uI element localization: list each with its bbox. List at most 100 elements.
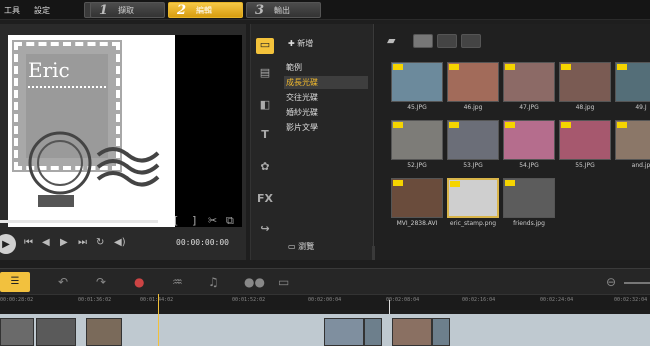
library-tabs: ▭ ▤ ◧ T ✿ FX ↪: [250, 24, 278, 260]
record-icon[interactable]: ●: [134, 275, 144, 289]
thumbnail-label: MVI_2838.AVI: [396, 220, 438, 227]
browse-label: 瀏覽: [298, 242, 315, 251]
step-share[interactable]: 3 輸出: [246, 2, 321, 18]
subtitle-icon[interactable]: ▭: [278, 275, 289, 289]
thumbnail-label: 54.JPG: [519, 162, 539, 169]
undo-icon[interactable]: ↶: [58, 275, 68, 289]
thumbnail-badge: [450, 181, 460, 187]
copy-icon[interactable]: ⧉: [226, 214, 234, 228]
zoom-slider[interactable]: [624, 282, 650, 284]
title-icon[interactable]: T: [256, 128, 274, 144]
thumbnail-badge: [393, 180, 403, 186]
thumbnail-label: 55.JPG: [575, 162, 595, 169]
media-thumbnail[interactable]: [503, 178, 555, 218]
media-thumbnail[interactable]: [615, 120, 650, 160]
film-icon[interactable]: ▤: [256, 66, 274, 82]
image-filter-icon[interactable]: [437, 34, 457, 48]
mark-in-icon[interactable]: [: [174, 214, 178, 227]
ruler-tick-label: 00:00:28:02: [0, 297, 34, 303]
motion-track-icon[interactable]: ●●: [244, 275, 265, 289]
media-thumbnail[interactable]: [559, 62, 611, 102]
ruler-tick-label: 00:02:16:04: [462, 297, 496, 303]
go-start-icon[interactable]: ⏮: [24, 237, 33, 248]
audio-filter-icon[interactable]: [461, 34, 481, 48]
redo-icon[interactable]: ↷: [96, 275, 106, 289]
step-capture[interactable]: 1 擷取: [90, 2, 165, 18]
transition-icon[interactable]: ◧: [256, 98, 274, 114]
media-icon[interactable]: ▭: [256, 38, 274, 54]
top-bar: 工具 設定 1 擷取 2 編輯 3 輸出: [0, 0, 650, 20]
preview-panel: Eric [ ] ✂ ⧉ ▶ ⏮ ◀ ▶ ⏭ ↻ ◀) 00:00:00:00: [0, 24, 246, 260]
cut-icon[interactable]: ✂: [208, 214, 217, 227]
timeline-clip[interactable]: [392, 318, 432, 346]
timeline-clip[interactable]: [36, 318, 76, 346]
preview-canvas: Eric: [8, 35, 242, 227]
zoom-out-icon[interactable]: ⊖: [606, 275, 616, 289]
step-edit[interactable]: 2 編輯: [168, 2, 243, 18]
ruler-tick-label: 00:02:24:04: [540, 297, 574, 303]
tree-item-wedding[interactable]: 婚紗光碟: [284, 106, 368, 119]
add-folder-button[interactable]: ✚ 新增: [288, 38, 313, 49]
media-thumbnail[interactable]: [447, 62, 499, 102]
media-thumbnail[interactable]: [391, 62, 443, 102]
timeline-clip[interactable]: [324, 318, 364, 346]
go-end-icon[interactable]: ⏭: [78, 237, 87, 248]
transition-clip[interactable]: [364, 318, 382, 346]
tree-item-growth[interactable]: 成長光碟: [284, 76, 368, 89]
thumbnail-label: 53.JPG: [463, 162, 483, 169]
mark-out-icon[interactable]: ]: [192, 214, 196, 227]
media-thumbnail[interactable]: [615, 62, 650, 102]
thumbnail-badge: [617, 64, 627, 70]
add-folder-label: 新增: [297, 39, 314, 48]
audio-mix-icon[interactable]: ♒: [172, 275, 183, 289]
step-edit-label: 編輯: [196, 5, 213, 15]
prev-frame-icon[interactable]: ◀: [42, 237, 50, 248]
thumbnail-label: 47.JPG: [519, 104, 539, 111]
tree-item-dating[interactable]: 交往光碟: [284, 91, 368, 104]
transport-controls: ▶ ⏮ ◀ ▶ ⏭ ↻ ◀) 00:00:00:00: [0, 234, 246, 256]
browse-button[interactable]: ▭ 瀏覽: [288, 241, 314, 252]
auto-music-icon[interactable]: ♫: [208, 275, 219, 289]
graphic-icon[interactable]: ✿: [256, 160, 274, 176]
media-thumbnail[interactable]: [447, 120, 499, 160]
step-capture-num: 1: [99, 2, 109, 18]
folder-icon[interactable]: ▰: [387, 34, 395, 47]
timeline-ruler[interactable]: 00:00:28:02 00:01:36:02 00:01:44:02 00:01:5…: [0, 294, 650, 310]
preview-scrubber[interactable]: [0, 220, 158, 223]
timeline-clip[interactable]: [0, 318, 34, 346]
playhead[interactable]: [158, 294, 159, 346]
thumbnail-label: 52.JPG: [407, 162, 427, 169]
stamp-dots: [28, 86, 106, 88]
tree-item-film[interactable]: 影片文學: [284, 121, 368, 134]
thumbnail-badge: [505, 180, 515, 186]
menu-tools[interactable]: 工具: [4, 5, 20, 16]
thumbnail-label: 45.JPG: [407, 104, 427, 111]
media-thumbnail[interactable]: [391, 120, 443, 160]
repeat-icon[interactable]: ↻: [96, 237, 104, 248]
thumbnail-label: and.jp: [631, 162, 650, 169]
thumbnail-badge: [617, 122, 627, 128]
tree-item-samples[interactable]: 範例: [284, 61, 368, 74]
media-thumbnail[interactable]: [503, 62, 555, 102]
step-share-label: 輸出: [274, 5, 291, 15]
volume-icon[interactable]: ◀): [114, 237, 126, 248]
menu-settings[interactable]: 設定: [34, 5, 50, 16]
timecode[interactable]: 00:00:00:00: [176, 238, 229, 247]
storyboard-icon[interactable]: ☰: [0, 272, 30, 292]
ruler-tick-label: 00:01:44:02: [140, 297, 174, 303]
media-thumbnail[interactable]: [559, 120, 611, 160]
transition-clip[interactable]: [432, 318, 450, 346]
media-thumbnail[interactable]: [503, 120, 555, 160]
next-frame-icon[interactable]: ▶: [60, 237, 68, 248]
path-icon[interactable]: ↪: [256, 222, 274, 238]
ruler-tick-label: 00:02:00:04: [308, 297, 342, 303]
video-filter-icon[interactable]: [413, 34, 433, 48]
media-thumbnail[interactable]: [447, 178, 499, 218]
media-thumbnail[interactable]: [391, 178, 443, 218]
fx-icon[interactable]: FX: [256, 192, 274, 208]
thumbnail-label: eric_stamp.png: [449, 220, 497, 227]
play-button[interactable]: ▶: [0, 234, 16, 254]
library-toolbar: ▰: [375, 32, 650, 50]
step-capture-label: 擷取: [118, 5, 135, 15]
timeline-clip[interactable]: [86, 318, 122, 346]
